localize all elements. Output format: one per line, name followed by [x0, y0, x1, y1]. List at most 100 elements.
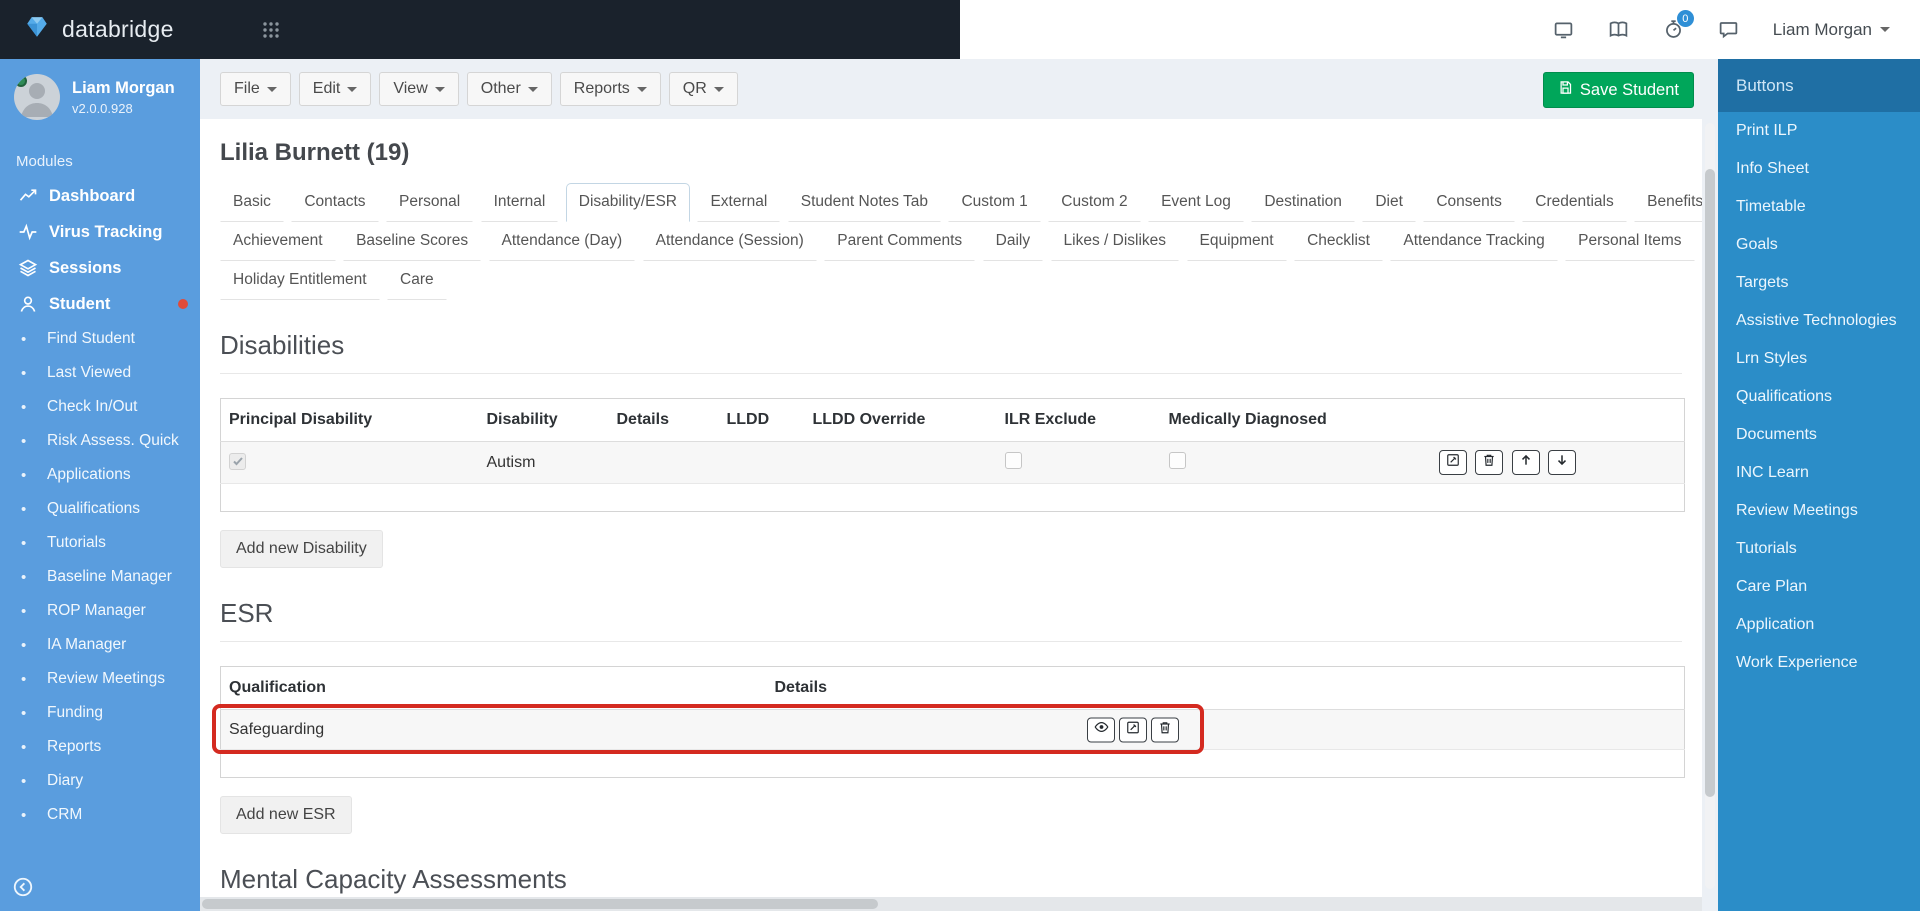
file-menu-button[interactable]: File [220, 72, 291, 106]
sidebar-item-tutorials[interactable]: • Tutorials [0, 526, 200, 560]
tab-external[interactable]: External [697, 183, 781, 222]
button-work-experience[interactable]: Work Experience [1718, 644, 1920, 682]
button-lrn-styles[interactable]: Lrn Styles [1718, 340, 1920, 378]
qr-menu-button[interactable]: QR [668, 72, 738, 106]
medically-diagnosed-checkbox[interactable] [1168, 451, 1186, 469]
tab-custom-1[interactable]: Custom 1 [948, 183, 1041, 222]
edit-menu-button[interactable]: Edit [298, 72, 372, 106]
save-student-button[interactable]: Save Student [1542, 72, 1694, 108]
book-icon[interactable] [1608, 19, 1629, 40]
timer-icon[interactable]: 0 [1663, 10, 1694, 40]
tab-event-log[interactable]: Event Log [1148, 183, 1244, 222]
apps-grid-icon[interactable] [262, 21, 280, 39]
tab-destination[interactable]: Destination [1251, 183, 1355, 222]
sidebar-item-diary[interactable]: • Diary [0, 764, 200, 798]
sidebar-item-label: Last Viewed [47, 364, 132, 381]
chat-icon[interactable] [1718, 19, 1739, 40]
reports-menu-button[interactable]: Reports [559, 72, 661, 106]
monitor-icon[interactable] [1553, 19, 1574, 40]
sidebar-item-crm[interactable]: • CRM [0, 798, 200, 832]
horizontal-scrollbar[interactable] [200, 897, 1702, 911]
delete-row-button[interactable] [1151, 717, 1179, 742]
sidebar-item-qualifications[interactable]: • Qualifications [0, 492, 200, 526]
tab-basic[interactable]: Basic [220, 183, 284, 222]
sidebar-collapse-icon[interactable] [12, 876, 34, 903]
sidebar-item-sessions[interactable]: Sessions [0, 250, 200, 286]
sidebar-item-rop-manager[interactable]: • ROP Manager [0, 594, 200, 628]
sidebar-item-reports[interactable]: • Reports [0, 730, 200, 764]
tab-baseline-scores[interactable]: Baseline Scores [343, 222, 482, 261]
button-tutorials[interactable]: Tutorials [1718, 530, 1920, 568]
vertical-scrollbar-thumb[interactable] [1705, 168, 1715, 798]
button-info-sheet[interactable]: Info Sheet [1718, 150, 1920, 188]
sidebar-item-student[interactable]: Student [0, 286, 200, 322]
tab-student-notes[interactable]: Student Notes Tab [787, 183, 942, 222]
edit-row-button[interactable] [1438, 450, 1467, 475]
tab-attendance-day[interactable]: Attendance (Day) [488, 222, 636, 261]
button-care-plan[interactable]: Care Plan [1718, 568, 1920, 606]
tab-attendance-session[interactable]: Attendance (Session) [642, 222, 817, 261]
qualification-cell: Safeguarding [229, 720, 325, 738]
tab-care[interactable]: Care [387, 261, 447, 300]
tab-benefits[interactable]: Benefits [1634, 183, 1702, 222]
bullet-icon: • [21, 738, 27, 756]
tab-likes-dislikes[interactable]: Likes / Dislikes [1050, 222, 1180, 261]
tab-attendance-tracking[interactable]: Attendance Tracking [1390, 222, 1558, 261]
button-documents[interactable]: Documents [1718, 416, 1920, 454]
sidebar-item-dashboard[interactable]: Dashboard [0, 178, 200, 214]
tab-daily[interactable]: Daily [982, 222, 1044, 261]
sidebar-item-funding[interactable]: • Funding [0, 696, 200, 730]
tab-achievement[interactable]: Achievement [220, 222, 336, 261]
button-assistive-technologies[interactable]: Assistive Technologies [1718, 302, 1920, 340]
tab-equipment[interactable]: Equipment [1186, 222, 1287, 261]
edit-row-button[interactable] [1119, 717, 1147, 742]
sidebar-item-last-viewed[interactable]: • Last Viewed [0, 356, 200, 390]
sidebar-item-baseline-manager[interactable]: • Baseline Manager [0, 560, 200, 594]
ilr-exclude-checkbox[interactable] [1004, 451, 1022, 469]
move-up-button[interactable] [1511, 450, 1540, 475]
tab-personal[interactable]: Personal [385, 183, 474, 222]
sidebar-item-find-student[interactable]: • Find Student [0, 322, 200, 356]
add-new-disability-button[interactable]: Add new Disability [220, 530, 383, 568]
button-review-meetings[interactable]: Review Meetings [1718, 492, 1920, 530]
sidebar-item-ia-manager[interactable]: • IA Manager [0, 628, 200, 662]
horizontal-scrollbar-thumb[interactable] [202, 899, 878, 909]
divider [220, 641, 1682, 642]
button-timetable[interactable]: Timetable [1718, 188, 1920, 226]
sidebar-item-label: Dashboard [49, 186, 136, 205]
user-menu[interactable]: Liam Morgan [1773, 20, 1890, 40]
button-print-ilp[interactable]: Print ILP [1718, 112, 1920, 150]
sidebar-item-applications[interactable]: • Applications [0, 458, 200, 492]
button-inc-learn[interactable]: INC Learn [1718, 454, 1920, 492]
sidebar-item-label: Qualifications [47, 500, 141, 517]
tab-consents[interactable]: Consents [1423, 183, 1515, 222]
tab-parent-comments[interactable]: Parent Comments [824, 222, 976, 261]
tab-diet[interactable]: Diet [1362, 183, 1416, 222]
other-menu-button[interactable]: Other [466, 72, 552, 106]
button-qualifications[interactable]: Qualifications [1718, 378, 1920, 416]
view-row-button[interactable] [1087, 717, 1115, 742]
move-down-button[interactable] [1548, 450, 1576, 475]
tab-checklist[interactable]: Checklist [1294, 222, 1383, 261]
tab-personal-items[interactable]: Personal Items [1565, 222, 1695, 261]
button-targets[interactable]: Targets [1718, 264, 1920, 302]
vertical-scrollbar[interactable] [1705, 123, 1715, 889]
column-header-actions [1390, 398, 1685, 442]
tab-credentials[interactable]: Credentials [1522, 183, 1627, 222]
sidebar-item-risk-assess-quick[interactable]: • Risk Assess. Quick [0, 424, 200, 458]
brand[interactable]: databridge [24, 14, 174, 46]
tab-custom-2[interactable]: Custom 2 [1048, 183, 1141, 222]
tab-holiday-entitlement[interactable]: Holiday Entitlement [220, 261, 380, 300]
tab-internal[interactable]: Internal [480, 183, 559, 222]
modules-section-label: Modules [16, 153, 73, 170]
add-new-esr-button[interactable]: Add new ESR [220, 796, 352, 834]
tab-disability-esr[interactable]: Disability/ESR [565, 183, 690, 222]
sidebar-item-review-meetings[interactable]: • Review Meetings [0, 662, 200, 696]
sidebar-item-virus-tracking[interactable]: Virus Tracking [0, 214, 200, 250]
view-menu-button[interactable]: View [379, 72, 459, 106]
button-goals[interactable]: Goals [1718, 226, 1920, 264]
sidebar-item-check-in-out[interactable]: • Check In/Out [0, 390, 200, 424]
tab-contacts[interactable]: Contacts [291, 183, 379, 222]
button-application[interactable]: Application [1718, 606, 1920, 644]
delete-row-button[interactable] [1475, 450, 1504, 475]
